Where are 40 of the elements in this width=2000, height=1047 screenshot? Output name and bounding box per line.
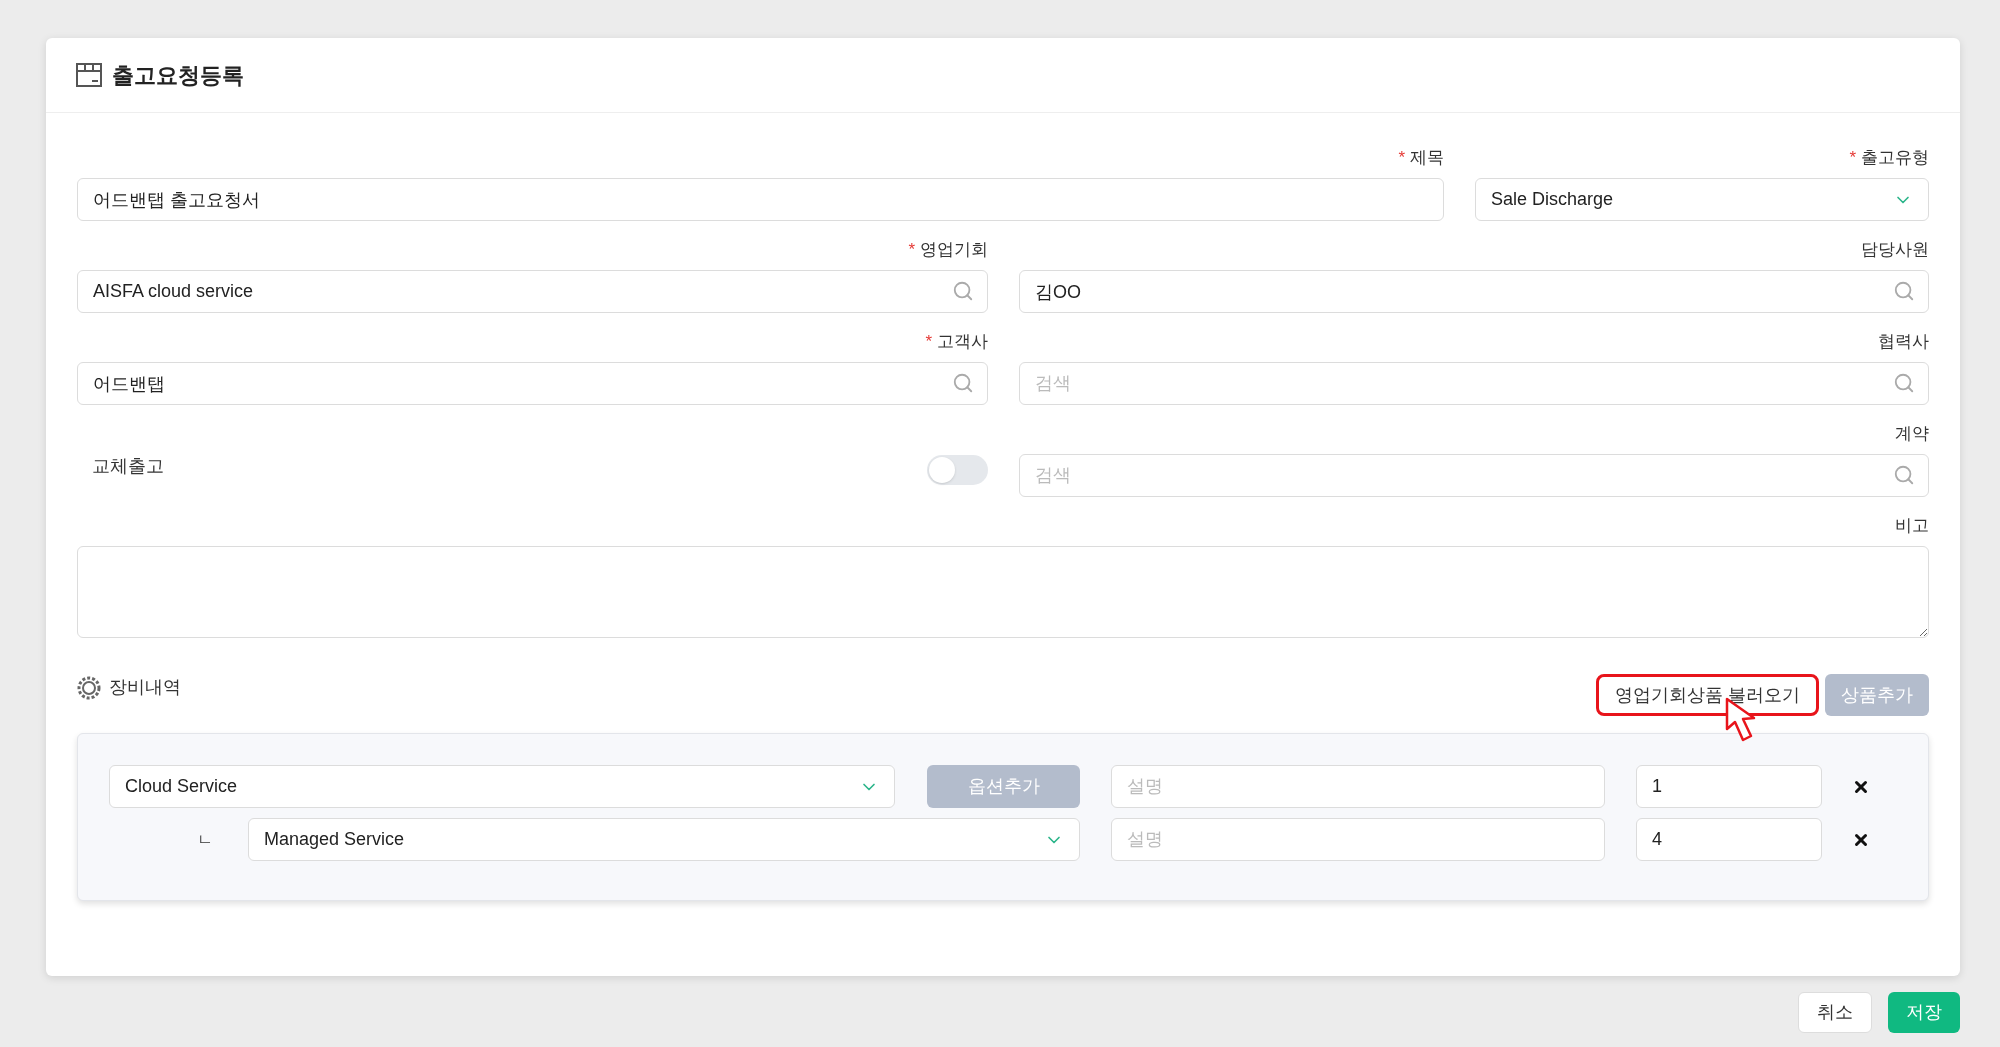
search-field[interactable]: 어드밴탭 — [77, 362, 988, 405]
search-field[interactable]: AISFA cloud service — [77, 270, 988, 313]
toggle-switch[interactable] — [927, 455, 988, 485]
box-icon — [76, 63, 102, 87]
input-field[interactable]: 어드밴탭 출고요청서 — [77, 178, 1444, 221]
field-label: 교체출고 — [92, 455, 164, 478]
textarea-field[interactable] — [77, 546, 1929, 638]
page-title: 출고요청등록 — [112, 61, 244, 90]
search-icon — [1893, 464, 1915, 486]
section-title: 장비내역 — [109, 676, 181, 699]
field-label: 담당사원 — [1861, 239, 1929, 262]
field-label: 고객사 — [937, 331, 988, 354]
required-mark: * — [1849, 147, 1856, 170]
quantity-field[interactable]: 1 — [1636, 765, 1822, 808]
field-label: 계약 — [1895, 423, 1929, 446]
field-label: 비고 — [1895, 515, 1929, 538]
product-select[interactable]: Cloud Service — [109, 765, 895, 808]
search-field[interactable]: 검색 — [1019, 454, 1929, 497]
search-field[interactable]: 김OO — [1019, 270, 1929, 313]
search-icon — [952, 372, 974, 394]
child-prefix: ㄴ — [197, 829, 213, 850]
search-icon — [952, 280, 974, 302]
cancel-button[interactable]: 취소 — [1798, 992, 1872, 1033]
select-field[interactable]: Sale Discharge — [1475, 178, 1929, 221]
required-mark: * — [1398, 147, 1405, 170]
load-products-button[interactable]: 영업기회상품 불러오기 — [1596, 674, 1819, 716]
field-label: 제목 — [1410, 147, 1444, 170]
search-field[interactable]: 검색 — [1019, 362, 1929, 405]
required-mark: * — [925, 331, 932, 354]
search-icon — [1893, 372, 1915, 394]
gear-icon — [77, 675, 101, 700]
description-field[interactable]: 설명 — [1111, 818, 1605, 861]
field-label: 영업기회 — [920, 239, 988, 262]
product-select[interactable]: Managed Service — [248, 818, 1080, 861]
description-field[interactable]: 설명 — [1111, 765, 1605, 808]
field-label: 협력사 — [1878, 331, 1929, 354]
quantity-field[interactable]: 4 — [1636, 818, 1822, 861]
required-mark: * — [908, 239, 915, 262]
field-label: 출고유형 — [1861, 147, 1929, 170]
search-icon — [1893, 280, 1915, 302]
